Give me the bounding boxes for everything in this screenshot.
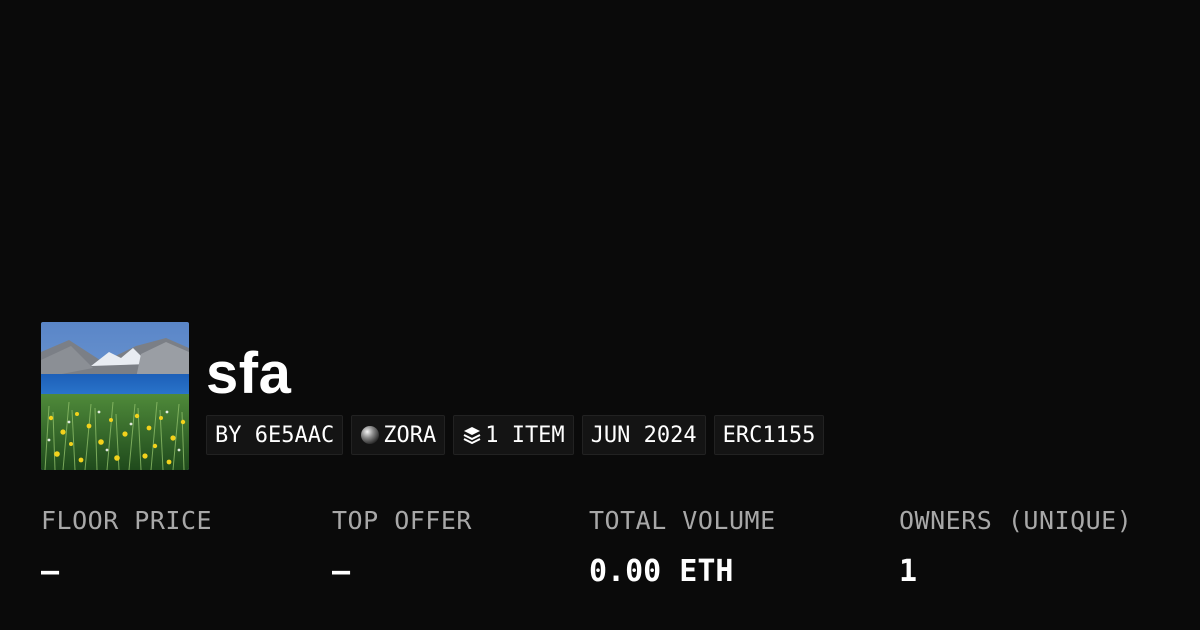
chain-tag[interactable]: ZORA xyxy=(351,415,446,455)
date-tag-label: JUN 2024 xyxy=(590,422,697,448)
total-volume-value: 0.00 ETH xyxy=(589,554,734,589)
top-offer-label: TOP OFFER xyxy=(332,506,472,535)
standard-tag-label: ERC1155 xyxy=(722,422,816,448)
top-offer-stat: TOP OFFER – xyxy=(332,505,472,589)
layers-icon xyxy=(462,425,482,445)
zora-orb-icon xyxy=(360,425,380,445)
floor-price-value: – xyxy=(41,554,60,589)
collection-title: sfa xyxy=(206,341,292,406)
floor-price-stat: FLOOR PRICE – xyxy=(41,505,212,589)
share-card: sfa BY 6E5AAC ZORA 1 ITEM JUN 2024 ERC11… xyxy=(0,0,1200,630)
owners-stat: OWNERS (UNIQUE) 1 xyxy=(899,505,1132,589)
total-volume-label: TOTAL VOLUME xyxy=(589,506,776,535)
creator-tag[interactable]: BY 6E5AAC xyxy=(206,415,344,455)
chain-tag-label: ZORA xyxy=(383,422,437,448)
collection-image xyxy=(41,322,189,470)
total-volume-stat: TOTAL VOLUME 0.00 ETH xyxy=(589,505,776,589)
top-offer-value: – xyxy=(332,554,351,589)
date-tag: JUN 2024 xyxy=(581,415,706,455)
creator-tag-label: BY 6E5AAC xyxy=(215,422,335,448)
standard-tag: ERC1155 xyxy=(713,415,825,455)
items-tag-label: 1 ITEM xyxy=(485,422,565,448)
items-tag[interactable]: 1 ITEM xyxy=(453,415,574,455)
floor-price-label: FLOOR PRICE xyxy=(41,506,213,535)
tag-row: BY 6E5AAC ZORA 1 ITEM JUN 2024 ERC1155 xyxy=(206,415,825,455)
owners-label: OWNERS (UNIQUE) xyxy=(899,506,1133,535)
owners-value: 1 xyxy=(899,554,918,589)
